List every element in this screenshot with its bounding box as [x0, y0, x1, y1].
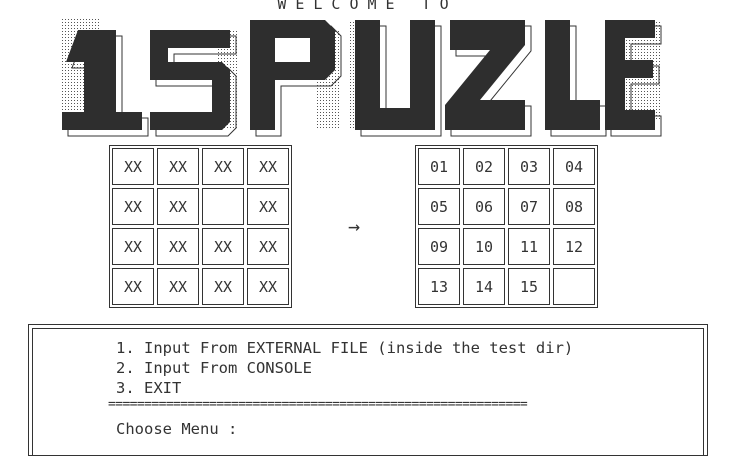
board-cell: XX — [157, 268, 199, 305]
board-cell: 04 — [553, 148, 595, 185]
board-cell: 09 — [418, 228, 460, 265]
board-cell: 12 — [553, 228, 595, 265]
board-cell: 07 — [508, 188, 550, 225]
board-cell: XX — [112, 188, 154, 225]
arrow-right-icon: → — [348, 214, 361, 238]
start-board: XX XX XX XX XX XX XX XX XX XX XX XX XX X… — [109, 145, 292, 308]
banner-title — [50, 10, 670, 140]
board-cell: XX — [202, 148, 244, 185]
board-cell: 06 — [463, 188, 505, 225]
menu-item-exit[interactable]: 3. EXIT — [116, 379, 181, 397]
board-cell: XX — [112, 148, 154, 185]
board-cell-empty — [202, 188, 244, 225]
goal-board: 01 02 03 04 05 06 07 08 09 10 11 12 13 1… — [415, 145, 598, 308]
board-cell: XX — [202, 268, 244, 305]
board-cell: 02 — [463, 148, 505, 185]
board-cell-empty — [553, 268, 595, 305]
board-cell: 01 — [418, 148, 460, 185]
board-cell: 08 — [553, 188, 595, 225]
board-cell: XX — [247, 148, 289, 185]
menu-item-console[interactable]: 2. Input From CONSOLE — [116, 359, 312, 377]
board-cell: XX — [247, 188, 289, 225]
board-cell: 14 — [463, 268, 505, 305]
board-cell: 03 — [508, 148, 550, 185]
board-cell: XX — [157, 188, 199, 225]
menu-item-external-file[interactable]: 1. Input From EXTERNAL FILE (inside the … — [116, 339, 573, 357]
menu-divider: ========================================… — [108, 397, 528, 412]
board-cell: XX — [247, 268, 289, 305]
board-cell: 13 — [418, 268, 460, 305]
board-cell: 15 — [508, 268, 550, 305]
board-cell: XX — [112, 268, 154, 305]
board-cell: 11 — [508, 228, 550, 265]
board-cell: XX — [202, 228, 244, 265]
choose-menu-prompt[interactable]: Choose Menu : — [116, 420, 237, 438]
board-cell: XX — [157, 228, 199, 265]
board-cell: XX — [112, 228, 154, 265]
board-cell: XX — [157, 148, 199, 185]
board-cell: 10 — [463, 228, 505, 265]
board-cell: 05 — [418, 188, 460, 225]
board-cell: XX — [247, 228, 289, 265]
